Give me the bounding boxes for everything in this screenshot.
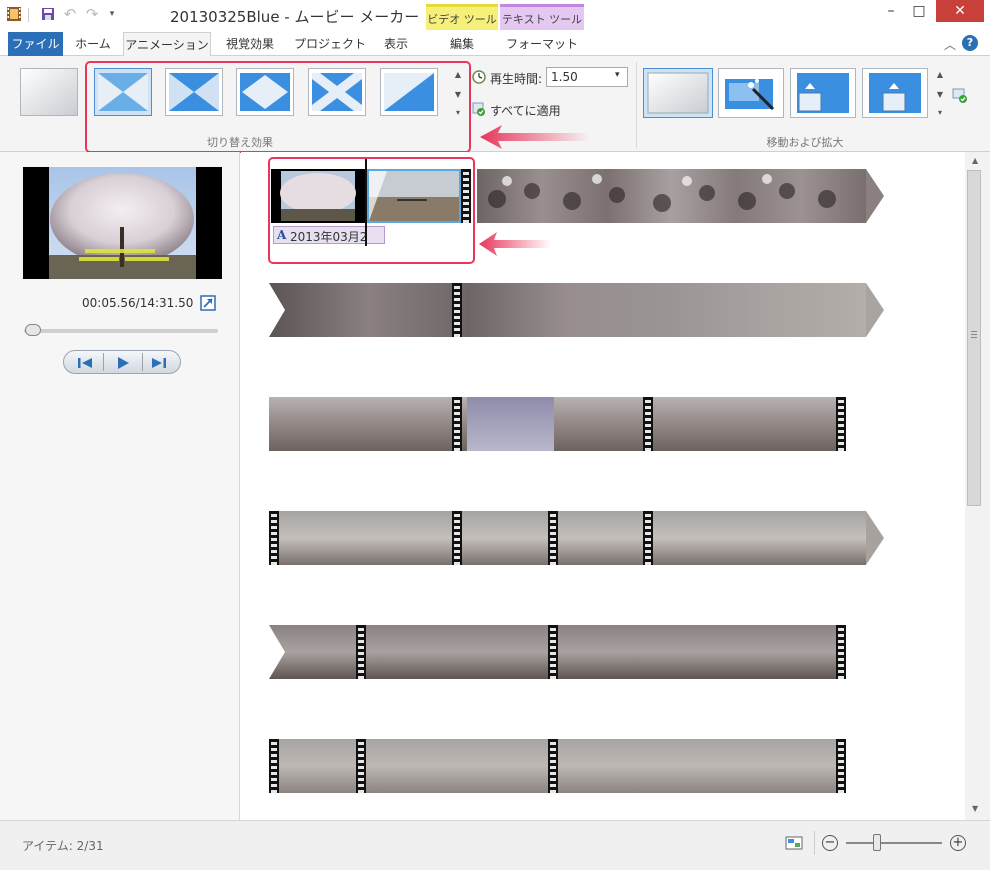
panzoom-zoom-in-thumb[interactable] (862, 68, 928, 118)
seek-bar[interactable] (24, 329, 218, 333)
play-button[interactable] (112, 355, 134, 371)
preview-timecode: 00:05.56/14:31.50 (82, 296, 194, 310)
scrollbar-thumb[interactable] (967, 170, 981, 506)
item-count: アイテム: 2/31 (22, 839, 104, 853)
film-strip-marker (269, 511, 279, 565)
tab-file[interactable]: ファイル (8, 32, 63, 56)
tab-visual-effects[interactable]: 視覚効果 (214, 32, 286, 56)
undo-icon[interactable]: ↶ (62, 6, 78, 22)
tab-view[interactable]: 表示 (372, 32, 420, 56)
scroll-down-arrow[interactable]: ▼ (972, 804, 978, 813)
storyboard-scrollbar[interactable]: ▲ ▼ (965, 152, 990, 820)
storyboard: A 2013年03月2 (241, 152, 965, 820)
fullscreen-preview-icon[interactable] (200, 295, 216, 311)
collapse-ribbon-icon[interactable]: ︿ (944, 36, 956, 53)
film-strip-marker (356, 739, 366, 793)
transition-none-thumb[interactable] (20, 68, 78, 116)
film-strip-marker (269, 739, 279, 793)
control-divider (103, 353, 104, 371)
duration-combobox[interactable]: 1.50 ▾ (546, 67, 628, 87)
next-frame-button[interactable] (148, 355, 170, 371)
text-tools-context-tab: テキスト ツール (500, 4, 584, 30)
zoom-slider-track[interactable] (846, 842, 942, 844)
window-title: 20130325Blue - ムービー メーカー (170, 8, 420, 26)
qat-separator (28, 8, 29, 22)
film-strip-marker (548, 739, 558, 793)
playback-controls (63, 350, 181, 374)
title-bar: ↶ ↷ ▾ 20130325Blue - ムービー メーカー ビデオ ツール テ… (0, 0, 990, 32)
storyboard-row (269, 739, 846, 793)
storyboard-row (269, 511, 866, 565)
redo-icon[interactable]: ↷ (84, 6, 100, 22)
close-button[interactable]: ✕ (936, 0, 984, 22)
arrow-to-gallery-icon (480, 123, 600, 153)
zoom-in-button[interactable]: + (950, 835, 966, 851)
film-strip-marker (452, 511, 462, 565)
row-continue-arrow (866, 169, 884, 223)
maximize-button[interactable]: □ (906, 0, 932, 22)
control-divider (142, 353, 143, 371)
film-strip-marker (643, 397, 653, 451)
film-strip-marker (452, 397, 462, 451)
seek-thumb[interactable] (25, 324, 42, 336)
panzoom-expand[interactable]: ▾ (934, 108, 946, 118)
panzoom-scroll-up[interactable]: ▲ (934, 70, 946, 80)
status-bar: アイテム: 2/31 − + (0, 820, 990, 870)
film-strip-marker (452, 283, 462, 337)
help-icon[interactable]: ? (962, 35, 978, 51)
clip-sky[interactable] (467, 397, 554, 451)
apply-all-icon (472, 102, 486, 116)
video-tools-context-tab: ビデオ ツール (426, 4, 498, 30)
film-strip-marker (548, 625, 558, 679)
preview-monitor[interactable] (23, 167, 222, 279)
film-strip-marker (836, 739, 846, 793)
status-separator (814, 831, 815, 855)
tab-animation[interactable]: アニメーション (123, 32, 211, 57)
storyboard-row (269, 283, 866, 337)
arrow-to-clip-icon (479, 230, 559, 264)
row-start-notch (269, 625, 285, 679)
clock-icon (472, 70, 486, 84)
save-icon[interactable] (40, 6, 56, 22)
minimize-button[interactable]: – (878, 0, 904, 22)
film-strip-marker (836, 397, 846, 451)
previous-frame-button[interactable] (74, 355, 96, 371)
preview-caption-overlay (75, 247, 175, 267)
zoom-slider-thumb[interactable] (873, 834, 881, 851)
row-continue-arrow (866, 511, 884, 565)
film-strip-marker (836, 625, 846, 679)
thumbnail-size-icon[interactable] (785, 835, 803, 851)
panzoom-automatic-thumb[interactable] (718, 68, 784, 118)
row-start-notch (269, 283, 285, 337)
duration-value: 1.50 (551, 70, 578, 84)
panzoom-scroll-down[interactable]: ▼ (934, 90, 946, 100)
highlight-transitions-gallery (85, 61, 471, 153)
chevron-down-icon: ▾ (615, 70, 620, 80)
tab-home[interactable]: ホーム (66, 32, 120, 56)
group-separator (636, 62, 637, 148)
panzoom-up-thumb[interactable] (790, 68, 856, 118)
panzoom-apply-all-icon[interactable] (952, 88, 968, 104)
tab-edit[interactable]: 編集 (426, 32, 498, 56)
clip-crowd[interactable] (477, 169, 866, 223)
ribbon-tab-row: ファイル ホーム アニメーション 視覚効果 プロジェクト 表示 編集 フォーマッ… (0, 32, 990, 57)
qat-customize-icon[interactable]: ▾ (104, 6, 120, 22)
storyboard-row (269, 625, 846, 679)
tab-project[interactable]: プロジェクト (290, 32, 370, 56)
apply-all-button[interactable]: すべてに適用 (490, 102, 561, 119)
panzoom-group-label: 移動および拡大 (766, 136, 844, 149)
storyboard-row (269, 397, 846, 451)
zoom-out-button[interactable]: − (822, 835, 838, 851)
highlight-selected-clip (268, 157, 475, 264)
film-strip-marker (643, 511, 653, 565)
duration-label: 再生時間: (490, 72, 543, 86)
panzoom-none-thumb[interactable] (643, 68, 713, 118)
film-strip-marker (548, 511, 558, 565)
film-strip-marker (356, 625, 366, 679)
tab-format[interactable]: フォーマット (500, 32, 584, 56)
preview-pane: 00:05.56/14:31.50 (0, 152, 240, 820)
row-continue-arrow (866, 283, 884, 337)
scroll-up-arrow[interactable]: ▲ (972, 156, 978, 165)
app-film-icon[interactable] (6, 6, 22, 22)
